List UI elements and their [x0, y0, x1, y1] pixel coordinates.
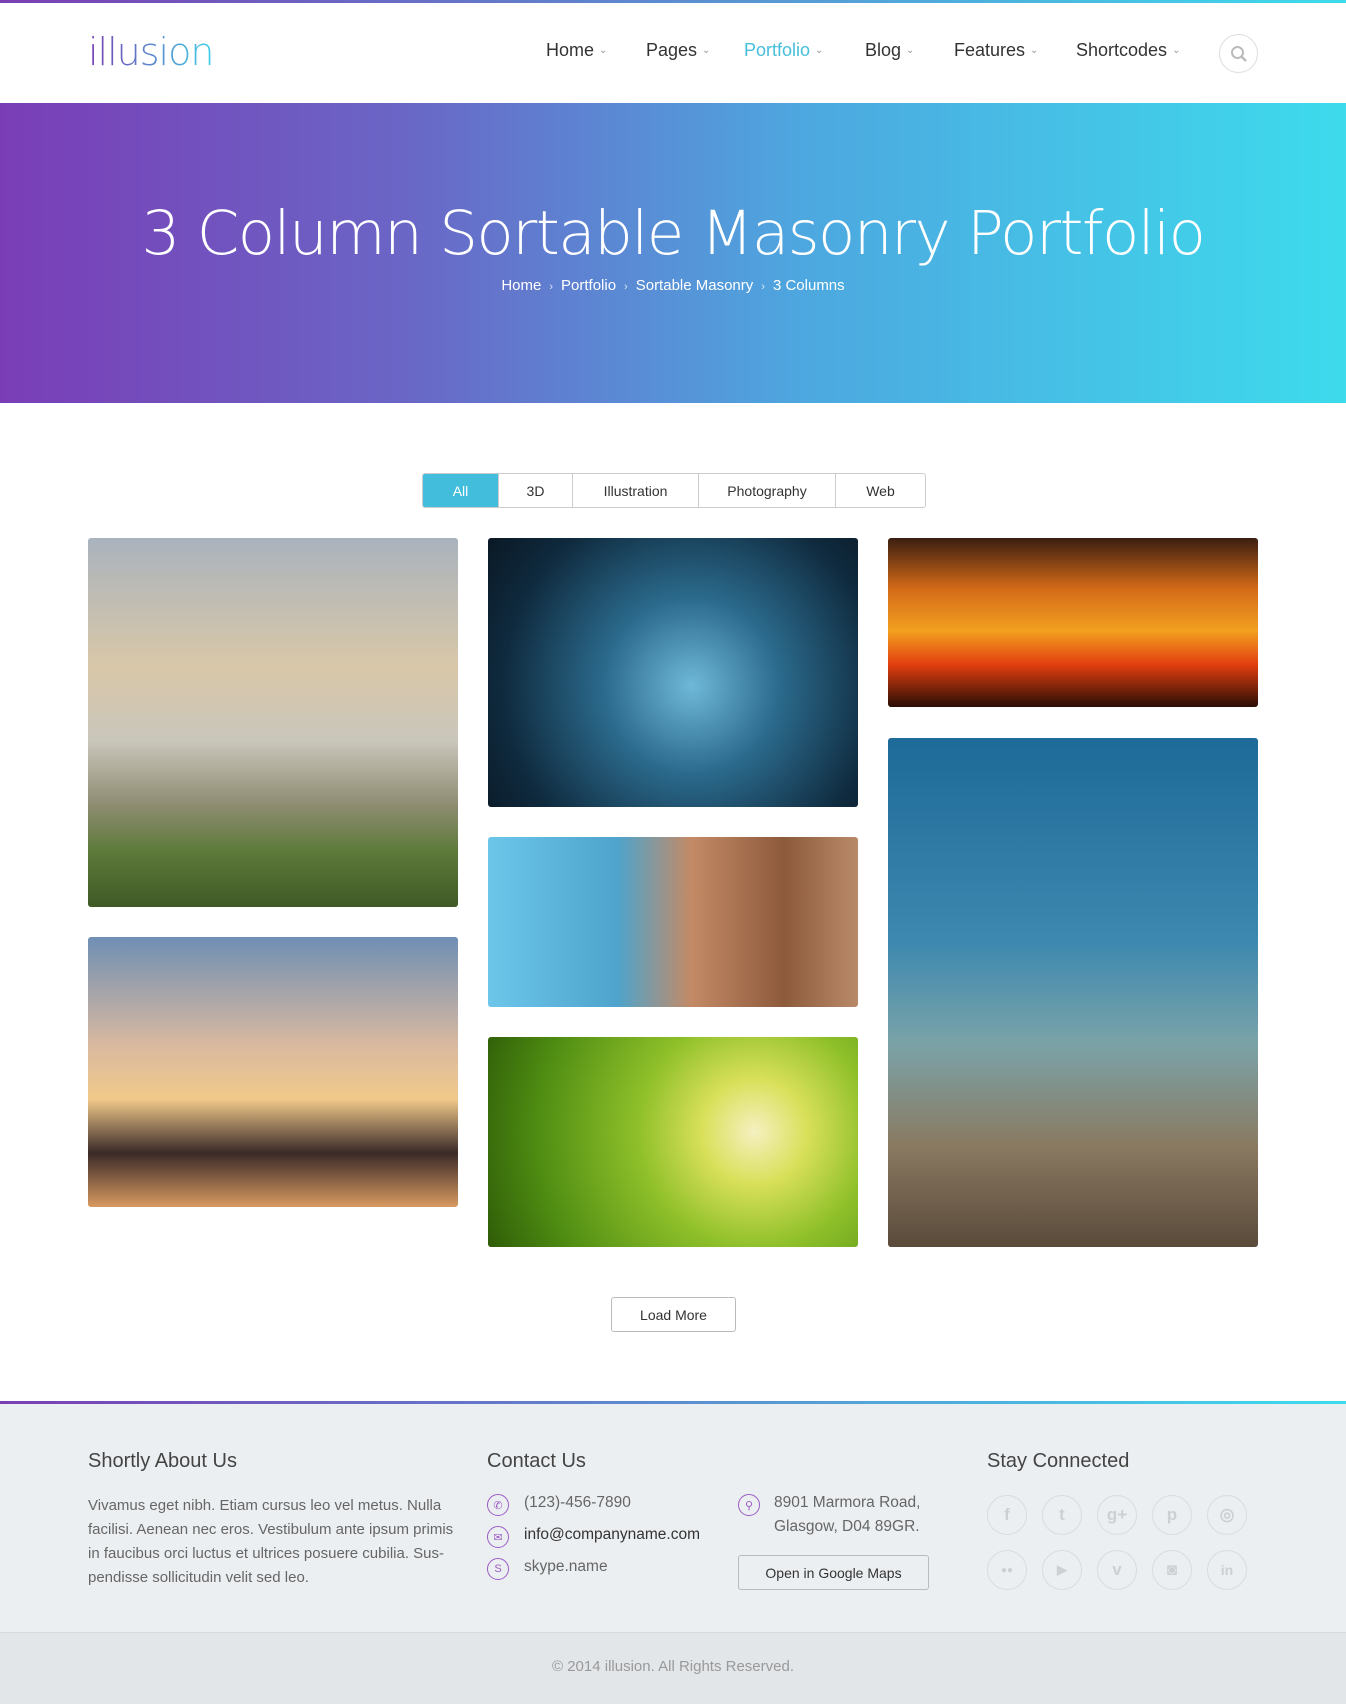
- page-title: 3 Column Sortable Masonry Portfolio: [141, 198, 1206, 269]
- nav-label: Features: [954, 40, 1026, 60]
- portfolio-item-woman-sunglasses[interactable]: [888, 738, 1258, 1247]
- email-icon: ✉: [487, 1526, 509, 1548]
- chevron-down-icon: ⌄: [599, 45, 608, 56]
- contact-heading: Contact Us: [487, 1450, 586, 1472]
- portfolio-item-beach-chairs[interactable]: [88, 937, 458, 1207]
- about-heading: Shortly About Us: [88, 1450, 237, 1472]
- breadcrumb-separator: ›: [624, 281, 628, 293]
- nav-shortcodes[interactable]: Shortcodes ⌄: [1076, 40, 1180, 61]
- nav-label: Pages: [646, 40, 698, 60]
- dribbble-icon[interactable]: ◎: [1207, 1495, 1247, 1535]
- nav-label: Home: [546, 40, 595, 60]
- filter-photography[interactable]: Photography: [699, 474, 836, 507]
- nav-pages[interactable]: Pages ⌄: [646, 40, 710, 61]
- nav-blog[interactable]: Blog ⌄: [865, 40, 914, 61]
- location-pin-icon: ⚲: [738, 1494, 760, 1516]
- filter-3d[interactable]: 3D: [499, 474, 573, 507]
- skype-icon: S: [487, 1558, 509, 1580]
- breadcrumb-sortable-masonry[interactable]: Sortable Masonry: [636, 277, 754, 294]
- nav-portfolio[interactable]: Portfolio ⌄: [744, 40, 823, 61]
- linkedin-icon[interactable]: in: [1207, 1550, 1247, 1590]
- filter-all[interactable]: All: [423, 474, 499, 507]
- address-line-2: Glasgow, D04 89GR.: [774, 1518, 920, 1535]
- nav-label: Blog: [865, 40, 902, 60]
- breadcrumb: Home › Portfolio › Sortable Masonry › 3 Column…: [0, 277, 1346, 294]
- flickr-icon[interactable]: ●●: [987, 1550, 1027, 1590]
- breadcrumb-current: 3 Columns: [772, 277, 845, 294]
- portfolio-item-globe-grass[interactable]: [488, 1037, 858, 1247]
- breadcrumb-separator: ›: [761, 281, 765, 293]
- footer-accent-bar: [0, 1401, 1346, 1404]
- facebook-icon[interactable]: f: [987, 1495, 1027, 1535]
- chevron-down-icon: ⌄: [815, 45, 824, 56]
- portfolio-item-business-chart[interactable]: [488, 538, 858, 807]
- instagram-icon[interactable]: ◙: [1152, 1550, 1192, 1590]
- phone-icon: ✆: [487, 1494, 509, 1516]
- search-button[interactable]: [1219, 34, 1258, 73]
- breadcrumb-home[interactable]: Home: [501, 277, 541, 294]
- portfolio-filter: All 3D Illustration Photography Web: [422, 473, 926, 508]
- copyright: © 2014 illusion. All Rights Reserved.: [551, 1658, 794, 1675]
- vimeo-icon[interactable]: v: [1097, 1550, 1137, 1590]
- chevron-down-icon: ⌄: [702, 45, 711, 56]
- hero-banner: 3 Column Sortable Masonry Portfolio Home…: [0, 103, 1346, 403]
- twitter-icon[interactable]: t: [1042, 1495, 1082, 1535]
- open-google-maps-button[interactable]: Open in Google Maps: [738, 1555, 929, 1590]
- filter-illustration[interactable]: Illustration: [573, 474, 699, 507]
- nav-home[interactable]: Home ⌄: [546, 40, 607, 61]
- chevron-down-icon: ⌄: [1172, 45, 1181, 56]
- search-icon: [1230, 45, 1247, 62]
- breadcrumb-separator: ›: [549, 281, 554, 293]
- breadcrumb-portfolio[interactable]: Portfolio: [561, 277, 616, 294]
- chevron-down-icon: ⌄: [906, 45, 915, 56]
- contact-email[interactable]: info@companyname.com: [524, 1526, 700, 1544]
- logo[interactable]: illusion: [88, 30, 214, 74]
- portfolio-item-car[interactable]: [88, 538, 458, 907]
- portfolio-item-couple[interactable]: [488, 837, 858, 1007]
- address-line-1: 8901 Marmora Road,: [774, 1494, 921, 1511]
- contact-skype: skype.name: [524, 1558, 608, 1575]
- contact-phone: (123)-456-7890: [524, 1494, 631, 1511]
- top-accent-bar: [0, 0, 1346, 3]
- nav-features[interactable]: Features ⌄: [954, 40, 1038, 61]
- social-heading: Stay Connected: [987, 1450, 1130, 1472]
- filter-web[interactable]: Web: [836, 474, 925, 507]
- load-more-button[interactable]: Load More: [611, 1297, 736, 1332]
- pinterest-icon[interactable]: p: [1152, 1495, 1192, 1535]
- nav-label: Shortcodes: [1076, 40, 1168, 60]
- youtube-icon[interactable]: ▶: [1042, 1550, 1082, 1590]
- nav-label: Portfolio: [744, 40, 811, 60]
- chevron-down-icon: ⌄: [1030, 45, 1039, 56]
- google-plus-icon[interactable]: g+: [1097, 1495, 1137, 1535]
- about-text: Vivamus eget nibh. Etiam cursus leo vel …: [88, 1497, 454, 1586]
- portfolio-item-cyclists[interactable]: [888, 538, 1258, 707]
